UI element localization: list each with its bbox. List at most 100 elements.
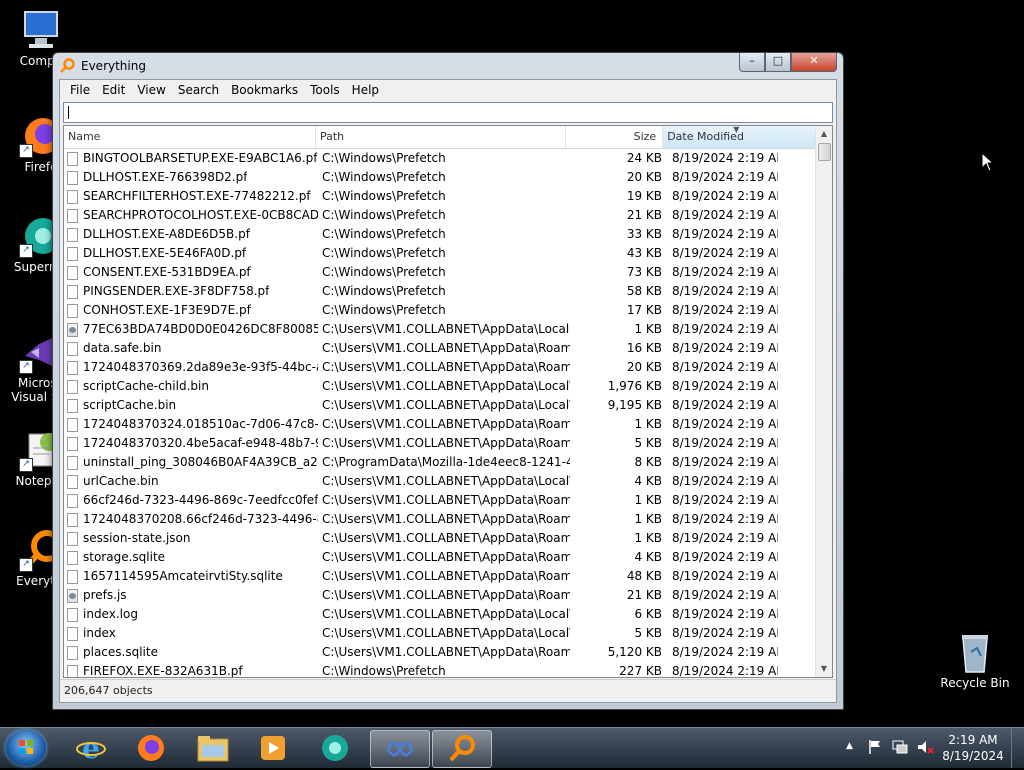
cell-size: 21 KB <box>626 588 662 602</box>
column-header-size[interactable]: Size <box>566 126 664 148</box>
table-row[interactable]: index C:\Users\VM1.COLLABNET\AppData\Loca… <box>64 624 816 643</box>
table-row[interactable]: 66cf246d-7323-4496-869c-7eedfcc0fefa C:\U… <box>64 491 816 510</box>
table-row[interactable]: 77EC63BDA74BD0D0E0426DC8F8008506 C:\Users… <box>64 320 816 339</box>
cell-path: C:\Users\VM1.COLLABNET\AppData\Roamin... <box>322 569 570 583</box>
file-name: 1724048370320.4be5acaf-e948-48b7-9203-..… <box>83 436 318 450</box>
table-row[interactable]: prefs.js C:\Users\VM1.COLLABNET\AppData\R… <box>64 586 816 605</box>
table-row[interactable]: 1657114595AmcateirvtiSty.sqlite C:\Users\… <box>64 567 816 586</box>
maximize-button[interactable]: □ <box>765 53 791 72</box>
table-row[interactable]: DLLHOST.EXE-766398D2.pf C:\Windows\Prefet… <box>64 168 816 187</box>
table-row[interactable]: uninstall_ping_308046B0AF4A39CB_a2d17...… <box>64 453 816 472</box>
column-header-path[interactable]: Path <box>316 126 566 148</box>
table-row[interactable]: 1724048370324.018510ac-7d06-47c8-8079-..… <box>64 415 816 434</box>
table-row[interactable]: CONSENT.EXE-531BD9EA.pf C:\Windows\Prefet… <box>64 263 816 282</box>
close-button[interactable]: ✕ <box>791 53 837 72</box>
menu-search[interactable]: Search <box>172 83 225 97</box>
column-header-date-modified[interactable]: ▼ Date Modified <box>663 126 816 148</box>
menu-view[interactable]: View <box>131 83 171 97</box>
cell-date-modified: 8/19/2024 2:19 AM <box>672 531 778 545</box>
file-name: DLLHOST.EXE-766398D2.pf <box>83 170 248 184</box>
menu-tools[interactable]: Tools <box>304 83 346 97</box>
cell-date-modified: 8/19/2024 2:19 AM <box>672 227 778 241</box>
cell-date-modified: 8/19/2024 2:19 AM <box>672 645 778 659</box>
table-row[interactable]: scriptCache.bin C:\Users\VM1.COLLABNET\Ap… <box>64 396 816 415</box>
clock[interactable]: 2:19 AM 8/19/2024 <box>938 732 1008 764</box>
table-row[interactable]: FIREFOX.EXE-832A631B.pf C:\Windows\Prefet… <box>64 662 816 677</box>
desktop-icon-recycle-bin[interactable]: Recycle Bin <box>940 630 1010 690</box>
file-name: prefs.js <box>83 588 127 602</box>
taskbar-media-player[interactable] <box>244 730 302 766</box>
taskbar-file-explorer[interactable] <box>184 730 242 766</box>
volume-muted-icon[interactable] <box>916 739 934 758</box>
table-row[interactable]: CONHOST.EXE-1F3E9D7E.pf C:\Windows\Prefet… <box>64 301 816 320</box>
taskbar-firefox[interactable] <box>122 730 180 766</box>
table-row[interactable]: 1724048370208.66cf246d-7323-4496-869c-..… <box>64 510 816 529</box>
cell-size: 24 KB <box>626 151 662 165</box>
table-row[interactable]: 1724048370320.4be5acaf-e948-48b7-9203-..… <box>64 434 816 453</box>
window-title: Everything <box>81 59 146 73</box>
menu-bookmarks[interactable]: Bookmarks <box>225 83 304 97</box>
file-icon <box>67 512 78 527</box>
start-button[interactable] <box>6 730 46 766</box>
table-row[interactable]: SEARCHPROTOCOLHOST.EXE-0CB8CADE... C:\Win… <box>64 206 816 225</box>
file-name: 1724048370324.018510ac-7d06-47c8-8079-..… <box>83 417 318 431</box>
cell-path: C:\Users\VM1.COLLABNET\AppData\Roamin... <box>322 512 570 526</box>
menu-help[interactable]: Help <box>346 83 385 97</box>
menu-edit[interactable]: Edit <box>96 83 131 97</box>
cell-name: DLLHOST.EXE-766398D2.pf <box>64 168 318 187</box>
file-icon <box>67 360 78 375</box>
table-row[interactable]: DLLHOST.EXE-A8DE6D5B.pf C:\Windows\Prefet… <box>64 225 816 244</box>
table-row[interactable]: BINGTOOLBARSETUP.EXE-E9ABC1A6.pf C:\Windo… <box>64 149 816 168</box>
cell-date-modified: 8/19/2024 2:19 AM <box>672 360 778 374</box>
file-name: places.sqlite <box>83 645 158 659</box>
network-icon[interactable] <box>892 739 908 758</box>
title-bar[interactable]: Everything – □ ✕ <box>53 53 843 79</box>
action-center-flag-icon[interactable] <box>868 739 882 758</box>
file-name: PINGSENDER.EXE-3F8DF758.pf <box>83 284 270 298</box>
cell-name: index <box>64 624 318 643</box>
taskbar-supermium[interactable] <box>306 730 364 766</box>
cell-name: DLLHOST.EXE-5E46FA0D.pf <box>64 244 318 263</box>
taskbar-internet-explorer[interactable]: e <box>62 730 120 766</box>
file-icon <box>67 493 78 508</box>
cell-date-modified: 8/19/2024 2:19 AM <box>672 303 778 317</box>
cell-size: 1 KB <box>634 493 662 507</box>
table-row[interactable]: PINGSENDER.EXE-3F8DF758.pf C:\Windows\Pre… <box>64 282 816 301</box>
mouse-cursor-icon <box>981 151 995 176</box>
scrollbar-thumb[interactable] <box>818 143 831 161</box>
file-icon <box>67 208 78 223</box>
file-icon <box>67 398 78 413</box>
table-row[interactable]: storage.sqlite C:\Users\VM1.COLLABNET\App… <box>64 548 816 567</box>
menu-file[interactable]: File <box>64 83 96 97</box>
cell-date-modified: 8/19/2024 2:19 AM <box>672 436 778 450</box>
cell-name: 1724048370324.018510ac-7d06-47c8-8079-..… <box>64 415 318 434</box>
cell-name: SEARCHFILTERHOST.EXE-77482212.pf <box>64 187 318 206</box>
table-row[interactable]: 1724048370369.2da89e3e-93f5-44bc-a38d-..… <box>64 358 816 377</box>
table-row[interactable]: urlCache.bin C:\Users\VM1.COLLABNET\AppDa… <box>64 472 816 491</box>
scroll-down-arrow-icon[interactable]: ▼ <box>816 661 832 677</box>
file-icon <box>67 645 78 660</box>
vertical-scrollbar[interactable]: ▲ ▼ <box>815 126 832 677</box>
show-desktop-button[interactable] <box>1011 728 1024 768</box>
show-hidden-icons-icon[interactable]: ▲ <box>846 741 853 751</box>
table-row[interactable]: DLLHOST.EXE-5E46FA0D.pf C:\Windows\Prefet… <box>64 244 816 263</box>
cell-path: C:\Windows\Prefetch <box>322 208 446 222</box>
table-row[interactable]: SEARCHFILTERHOST.EXE-77482212.pf C:\Windo… <box>64 187 816 206</box>
results-list[interactable]: Name Path Size ▼ Date Modified BINGTOOLB… <box>63 125 833 678</box>
file-name: FIREFOX.EXE-832A631B.pf <box>83 664 243 677</box>
column-header-name[interactable]: Name <box>64 126 316 148</box>
scroll-up-arrow-icon[interactable]: ▲ <box>816 126 832 142</box>
cell-name: CONHOST.EXE-1F3E9D7E.pf <box>64 301 318 320</box>
taskbar-visual-studio[interactable] <box>370 730 430 768</box>
file-icon <box>67 227 78 242</box>
table-row[interactable]: data.safe.bin C:\Users\VM1.COLLABNET\AppD… <box>64 339 816 358</box>
taskbar-everything[interactable] <box>432 730 492 768</box>
everything-window[interactable]: Everything – □ ✕ File Edit View Search B… <box>52 52 844 710</box>
table-row[interactable]: places.sqlite C:\Users\VM1.COLLABNET\AppD… <box>64 643 816 662</box>
search-input[interactable] <box>63 102 833 123</box>
minimize-button[interactable]: – <box>739 53 765 72</box>
table-row[interactable]: scriptCache-child.bin C:\Users\VM1.COLLAB… <box>64 377 816 396</box>
table-row[interactable]: index.log C:\Users\VM1.COLLABNET\AppData\… <box>64 605 816 624</box>
table-row[interactable]: session-state.json C:\Users\VM1.COLLABNET… <box>64 529 816 548</box>
everything-icon <box>59 58 75 74</box>
